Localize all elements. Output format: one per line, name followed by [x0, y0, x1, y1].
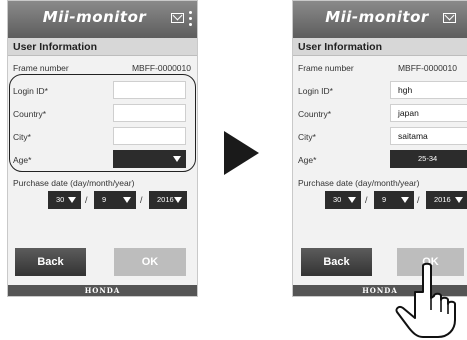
month-select[interactable]: 9 [94, 191, 136, 209]
section-header: User Information [293, 38, 467, 56]
brand-footer: HONDA [8, 285, 197, 296]
chevron-down-icon [123, 197, 131, 203]
country-label: Country* [298, 109, 332, 119]
date-separator: / [140, 195, 143, 205]
section-header: User Information [8, 38, 197, 56]
app-bar: Mii-monitor [293, 1, 467, 38]
country-row: Country* japan [293, 104, 467, 124]
day-value: 30 [333, 195, 342, 204]
phone-screen-before: Mii-monitor User Information Frame numbe… [7, 0, 198, 297]
frame-number-value: MBFF-0000010 [397, 63, 457, 73]
purchase-date-row: 30 / 9 / 2016 [293, 191, 467, 209]
year-value: 2016 [434, 195, 451, 204]
app-bar: Mii-monitor [8, 1, 197, 38]
chevron-down-icon [401, 197, 409, 203]
age-label: Age* [298, 155, 317, 165]
ok-button[interactable]: OK [114, 248, 186, 276]
arrow-right-icon [224, 131, 259, 175]
date-separator: / [85, 195, 88, 205]
country-input[interactable]: japan [390, 104, 467, 122]
city-row: City* saitama [293, 127, 467, 147]
chevron-down-icon [455, 197, 463, 203]
year-select[interactable]: 2016 [149, 191, 187, 209]
date-separator: / [365, 195, 368, 205]
day-value: 30 [56, 195, 65, 204]
date-separator: / [417, 195, 420, 205]
chevron-down-icon [68, 197, 76, 203]
age-value: 25-34 [418, 154, 438, 163]
age-select[interactable]: 25-34 [390, 150, 467, 168]
back-button[interactable]: Back [15, 248, 86, 276]
city-input[interactable]: saitama [390, 127, 467, 145]
back-button[interactable]: Back [301, 248, 372, 276]
purchase-date-label: Purchase date (day/month/year) [298, 178, 420, 188]
day-select[interactable]: 30 [48, 191, 81, 209]
kebab-menu-icon[interactable] [189, 11, 192, 26]
chevron-down-icon [348, 197, 356, 203]
month-value: 9 [382, 195, 387, 204]
year-select[interactable]: 2016 [426, 191, 467, 209]
envelope-icon[interactable] [171, 13, 184, 23]
month-value: 9 [102, 195, 107, 204]
year-value: 2016 [157, 195, 174, 204]
login-id-label: Login ID* [298, 86, 333, 96]
login-id-row: Login ID* hgh [293, 81, 467, 101]
month-select[interactable]: 9 [374, 191, 414, 209]
phone-screen-after: Mii-monitor User Information Frame numbe… [292, 0, 467, 297]
city-label: City* [298, 132, 316, 142]
envelope-icon[interactable] [443, 13, 456, 23]
login-id-input[interactable]: hgh [390, 81, 467, 99]
pointing-hand-icon [395, 262, 456, 338]
purchase-date-row: 30 / 9 / 2016 [8, 191, 197, 209]
highlight-outline [9, 74, 196, 172]
chevron-down-icon [174, 197, 182, 203]
day-select[interactable]: 30 [325, 191, 361, 209]
app-title: Mii-monitor [325, 8, 429, 26]
frame-number-row: Frame number MBFF-0000010 [293, 58, 467, 78]
app-title: Mii-monitor [42, 8, 147, 26]
age-row: Age* 25-34 [293, 150, 467, 170]
purchase-date-label: Purchase date (day/month/year) [13, 178, 135, 188]
frame-number-label: Frame number [298, 63, 354, 73]
